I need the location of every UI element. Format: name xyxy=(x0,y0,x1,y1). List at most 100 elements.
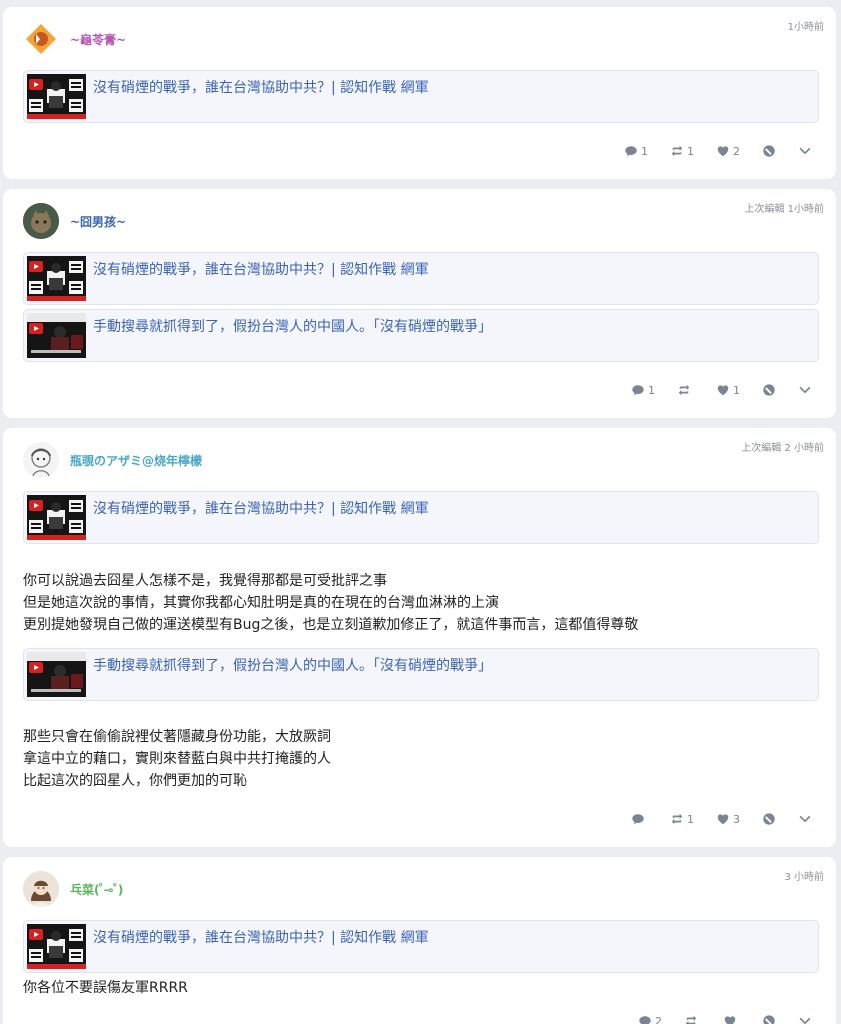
reply-icon xyxy=(631,812,645,826)
reblog-icon xyxy=(670,812,684,826)
block-icon xyxy=(762,812,776,826)
reply-count: 1 xyxy=(648,383,655,397)
chevron-down-icon xyxy=(798,812,812,826)
reply-button[interactable]: 1 xyxy=(624,144,648,158)
more-button[interactable] xyxy=(798,144,812,158)
post-text-line: 你各位不要誤傷友軍RRRR xyxy=(23,980,188,996)
link-title[interactable]: 沒有硝煙的戰爭，誰在台灣協助中共？| 認知作戰 網軍 xyxy=(93,77,429,97)
post-author[interactable]: 瓶覗のアザミ@烧年檸檬 xyxy=(23,442,202,478)
heart-icon xyxy=(723,1014,737,1024)
link-preview[interactable]: 沒有硝煙的戰爭，誰在台灣協助中共？| 認知作戰 網軍 xyxy=(23,491,819,544)
reblog-count: 1 xyxy=(687,812,694,826)
block-icon xyxy=(762,144,776,158)
post-timestamp: 1小時前 xyxy=(787,22,824,33)
block-button[interactable] xyxy=(762,144,776,158)
reply-icon xyxy=(624,144,638,158)
link-preview[interactable]: 手動搜尋就抓得到了，假扮台灣人的中國人。「沒有硝煙的戰爭」 xyxy=(23,309,819,362)
avatar[interactable] xyxy=(23,871,59,907)
reblog-button[interactable] xyxy=(677,383,694,397)
post-actions: 1 3 xyxy=(609,812,812,826)
reblog-icon xyxy=(677,383,691,397)
like-button[interactable]: 1 xyxy=(716,383,740,397)
reply-button[interactable]: 2 xyxy=(638,1014,662,1024)
block-button[interactable] xyxy=(762,812,776,826)
reply-count: 2 xyxy=(655,1014,662,1024)
like-count: 1 xyxy=(733,383,740,397)
post-body: 你各位不要誤傷友軍RRRR xyxy=(23,977,188,999)
reply-button[interactable] xyxy=(631,812,648,826)
post-text-line: 比起這次的囧星人，你們更加的可恥 xyxy=(23,773,247,789)
video-thumbnail xyxy=(27,256,86,301)
more-button[interactable] xyxy=(798,812,812,826)
post-actions: 2 xyxy=(616,1014,812,1024)
like-button[interactable] xyxy=(723,1014,740,1024)
like-button[interactable]: 3 xyxy=(716,812,740,826)
link-preview[interactable]: 手動搜尋就抓得到了，假扮台灣人的中國人。「沒有硝煙的戰爭」 xyxy=(23,648,819,701)
chevron-down-icon xyxy=(798,1014,812,1024)
reblog-button[interactable]: 1 xyxy=(670,144,694,158)
post-timestamp: 上次編輯 1小時前 xyxy=(744,204,824,215)
post-text-line: 拿這中立的藉口，實則來替藍白與中共打掩護的人 xyxy=(23,751,331,767)
like-count: 3 xyxy=(733,812,740,826)
post-card: 上次編輯 2 小時前 瓶覗のアザミ@烧年檸檬 沒有硝煙的戰爭，誰在台灣協助中共？… xyxy=(3,428,836,847)
post-body: 那些只會在偷偷說裡仗著隱藏身份功能，大放厥詞 拿這中立的藉口，實則來替藍白與中共… xyxy=(23,726,331,792)
video-thumbnail xyxy=(27,313,86,358)
post-card: 1小時前 ~龜苓膏~ 沒有硝煙的戰爭，誰在台灣協助中共？| 認知作戰 網軍 1 … xyxy=(3,7,836,179)
reply-button[interactable]: 1 xyxy=(631,383,655,397)
reblog-icon xyxy=(670,144,684,158)
reply-count: 1 xyxy=(641,144,648,158)
post-body: 你可以說過去囧星人怎樣不是，我覺得那都是可受批評之事 但是她這次說的事情，其實你… xyxy=(23,570,638,636)
link-title[interactable]: 沒有硝煙的戰爭，誰在台灣協助中共？| 認知作戰 網軍 xyxy=(93,259,429,279)
video-thumbnail xyxy=(27,652,86,697)
post-timestamp: 上次編輯 2 小時前 xyxy=(741,443,824,454)
heart-icon xyxy=(716,144,730,158)
block-icon xyxy=(762,383,776,397)
video-thumbnail xyxy=(27,495,86,540)
link-title[interactable]: 沒有硝煙的戰爭，誰在台灣協助中共？| 認知作戰 網軍 xyxy=(93,927,429,947)
post-card: 上次編輯 1小時前 ~囧男孩~ 沒有硝煙的戰爭，誰在台灣協助中共？| 認知作戰 … xyxy=(3,189,836,418)
block-icon xyxy=(762,1014,776,1024)
link-preview[interactable]: 沒有硝煙的戰爭，誰在台灣協助中共？| 認知作戰 網軍 xyxy=(23,252,819,305)
block-button[interactable] xyxy=(762,1014,776,1024)
reblog-button[interactable]: 1 xyxy=(670,812,694,826)
chevron-down-icon xyxy=(798,383,812,397)
post-timestamp: 3 小時前 xyxy=(784,872,824,883)
avatar[interactable] xyxy=(23,21,59,57)
author-name[interactable]: ~囧男孩~ xyxy=(70,213,126,230)
like-count: 2 xyxy=(733,144,740,158)
link-title[interactable]: 沒有硝煙的戰爭，誰在台灣協助中共？| 認知作戰 網軍 xyxy=(93,498,429,518)
post-text-line: 你可以說過去囧星人怎樣不是，我覺得那都是可受批評之事 xyxy=(23,573,387,589)
reblog-count: 1 xyxy=(687,144,694,158)
post-actions: 1 1 xyxy=(609,383,812,397)
link-preview[interactable]: 沒有硝煙的戰爭，誰在台灣協助中共？| 認知作戰 網軍 xyxy=(23,70,819,123)
more-button[interactable] xyxy=(798,1014,812,1024)
avatar[interactable] xyxy=(23,442,59,478)
post-text-line: 但是她這次說的事情，其實你我都心知肚明是真的在現在的台灣血淋淋的上演 xyxy=(23,595,499,611)
author-name[interactable]: 瓶覗のアザミ@烧年檸檬 xyxy=(70,452,202,469)
link-title[interactable]: 手動搜尋就抓得到了，假扮台灣人的中國人。「沒有硝煙的戰爭」 xyxy=(93,316,492,336)
link-title[interactable]: 手動搜尋就抓得到了，假扮台灣人的中國人。「沒有硝煙的戰爭」 xyxy=(93,655,492,675)
post-text-line: 更別提她發現自己做的運送模型有Bug之後，也是立刻道歉加修正了，就這件事而言，這… xyxy=(23,617,639,633)
more-button[interactable] xyxy=(798,383,812,397)
link-preview[interactable]: 沒有硝煙的戰爭，誰在台灣協助中共？| 認知作戰 網軍 xyxy=(23,920,819,973)
author-name[interactable]: ~龜苓膏~ xyxy=(70,31,126,48)
reply-icon xyxy=(638,1014,652,1024)
video-thumbnail xyxy=(27,74,86,119)
post-author[interactable]: 乓菜( ̊⊸ ̊) xyxy=(23,871,123,907)
post-author[interactable]: ~囧男孩~ xyxy=(23,203,126,239)
post-author[interactable]: ~龜苓膏~ xyxy=(23,21,126,57)
heart-icon xyxy=(716,383,730,397)
like-button[interactable]: 2 xyxy=(716,144,740,158)
post-text-line: 那些只會在偷偷說裡仗著隱藏身份功能，大放厥詞 xyxy=(23,729,331,745)
video-thumbnail xyxy=(27,924,86,969)
author-name[interactable]: 乓菜( ̊⊸ ̊) xyxy=(70,881,123,898)
post-actions: 1 1 2 xyxy=(602,144,812,158)
reply-icon xyxy=(631,383,645,397)
heart-icon xyxy=(716,812,730,826)
reblog-button[interactable] xyxy=(684,1014,701,1024)
reblog-icon xyxy=(684,1014,698,1024)
chevron-down-icon xyxy=(798,144,812,158)
avatar[interactable] xyxy=(23,203,59,239)
block-button[interactable] xyxy=(762,383,776,397)
post-card: 3 小時前 乓菜( ̊⊸ ̊) 沒有硝煙的戰爭，誰在台灣協助中共？| 認知作戰 … xyxy=(3,857,836,1024)
